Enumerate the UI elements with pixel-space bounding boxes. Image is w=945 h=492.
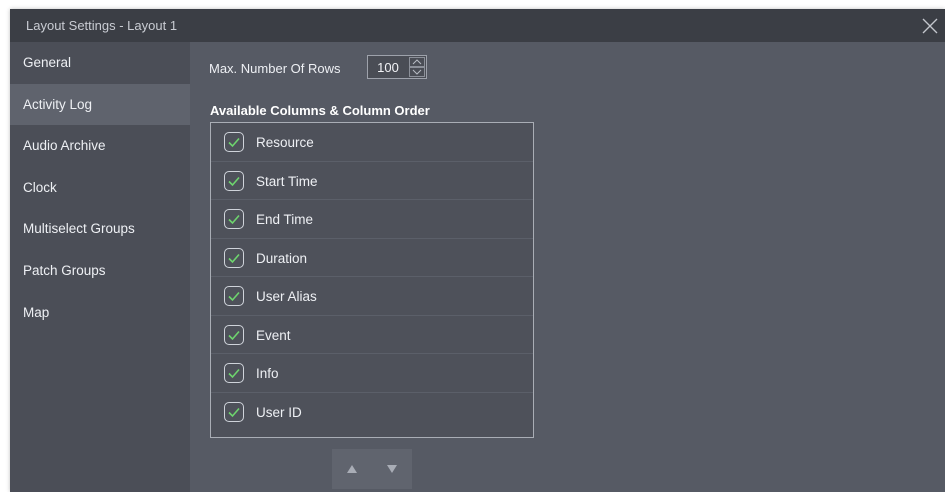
title-bar: Layout Settings - Layout 1: [10, 9, 945, 42]
column-row-duration[interactable]: Duration: [211, 239, 533, 277]
column-row-end-time[interactable]: End Time: [211, 200, 533, 239]
column-label: Resource: [256, 135, 314, 150]
column-label: Start Time: [256, 173, 318, 189]
settings-sidebar: General Activity Log Audio Archive Clock…: [10, 42, 190, 492]
column-row-user-id[interactable]: User ID: [211, 393, 533, 432]
column-label: Event: [256, 327, 291, 343]
arrow-up-icon: [347, 465, 357, 473]
column-label: Duration: [256, 250, 308, 266]
column-row-start-time[interactable]: Start Time: [211, 162, 533, 200]
column-checkbox[interactable]: [224, 286, 244, 306]
settings-content: Max. Number Of Rows Available Columns & …: [190, 42, 945, 492]
sidebar-item-map[interactable]: Map: [10, 292, 190, 334]
sidebar-item-clock[interactable]: Clock: [10, 167, 190, 209]
dialog-title: Layout Settings - Layout 1: [26, 18, 178, 33]
column-checkbox[interactable]: [224, 401, 244, 422]
column-checkbox[interactable]: [224, 132, 244, 152]
move-down-button[interactable]: [372, 449, 412, 489]
check-icon: [228, 330, 240, 340]
close-button[interactable]: [919, 15, 941, 37]
column-row-resource[interactable]: Resource: [211, 123, 533, 162]
spin-buttons: [409, 57, 425, 77]
column-checkbox[interactable]: [224, 247, 244, 268]
column-label: User Alias: [256, 289, 317, 304]
column-checkbox[interactable]: [224, 170, 244, 191]
check-icon: [228, 176, 240, 186]
columns-section-title: Available Columns & Column Order: [210, 103, 430, 118]
layout-settings-dialog: Layout Settings - Layout 1 General Activ…: [10, 9, 945, 492]
column-order-buttons: [332, 449, 412, 489]
sidebar-item-patch-groups[interactable]: Patch Groups: [10, 250, 190, 292]
column-label: End Time: [256, 212, 314, 227]
sidebar-item-audio-archive[interactable]: Audio Archive: [10, 125, 190, 167]
column-label: Info: [256, 366, 279, 381]
check-icon: [228, 407, 240, 417]
sidebar-item-multiselect-groups[interactable]: Multiselect Groups: [10, 208, 190, 250]
check-icon: [228, 368, 240, 379]
max-rows-label: Max. Number Of Rows: [209, 61, 341, 76]
columns-list: Resource Start Time End Time Duration Us…: [210, 122, 534, 438]
column-row-user-alias[interactable]: User Alias: [211, 277, 533, 316]
column-checkbox[interactable]: [224, 209, 244, 229]
move-up-button[interactable]: [332, 449, 372, 489]
decrement-button[interactable]: [409, 67, 425, 77]
close-icon: [922, 18, 938, 34]
column-label: User ID: [256, 404, 302, 420]
column-checkbox[interactable]: [224, 324, 244, 345]
check-icon: [228, 291, 240, 302]
sidebar-item-activity-log[interactable]: Activity Log: [10, 83, 190, 126]
max-rows-spinbox: [367, 55, 427, 79]
check-icon: [228, 137, 240, 148]
increment-button[interactable]: [409, 57, 425, 67]
chevron-down-icon: [412, 69, 422, 75]
column-row-info[interactable]: Info: [211, 354, 533, 393]
max-rows-input[interactable]: [368, 56, 408, 78]
check-icon: [228, 214, 240, 225]
sidebar-item-general[interactable]: General: [10, 42, 190, 84]
arrow-down-icon: [387, 465, 397, 473]
column-row-event[interactable]: Event: [211, 316, 533, 354]
chevron-up-icon: [412, 59, 422, 65]
column-checkbox[interactable]: [224, 363, 244, 383]
check-icon: [228, 253, 240, 263]
